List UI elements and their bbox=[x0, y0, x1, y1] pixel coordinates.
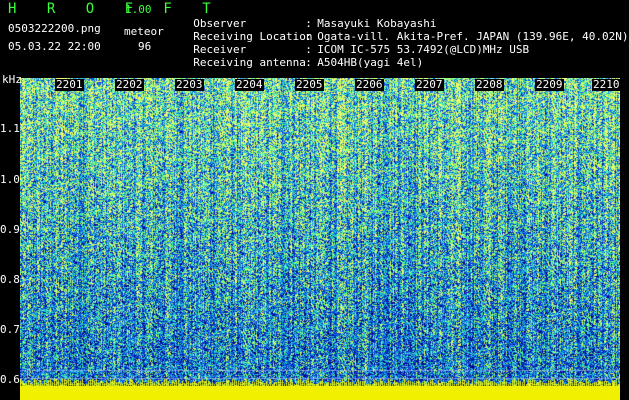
info-separator: : bbox=[305, 56, 312, 69]
filename-label: 0503222200.png bbox=[8, 22, 101, 35]
spectrogram-image bbox=[20, 78, 620, 386]
count-label: 96 bbox=[138, 40, 152, 53]
x-tick-label: 2205 bbox=[295, 78, 324, 91]
x-tick-label: 2210 bbox=[592, 78, 621, 91]
x-tick-label: 2207 bbox=[415, 78, 444, 91]
y-tick-label: 1.0 bbox=[0, 173, 20, 186]
y-axis-unit: kHz bbox=[2, 73, 22, 86]
version-label: 1.00 bbox=[125, 3, 152, 16]
x-tick-label: 2203 bbox=[175, 78, 204, 91]
info-key: Receiving antenna bbox=[193, 56, 306, 69]
mode-label: meteor bbox=[124, 25, 164, 38]
x-tick-label: 2208 bbox=[475, 78, 504, 91]
y-tick-label: 0.9 bbox=[0, 223, 20, 236]
x-tick-label: 2201 bbox=[55, 78, 84, 91]
x-tick-label: 2202 bbox=[115, 78, 144, 91]
y-tick-label: 0.7 bbox=[0, 323, 20, 336]
x-tick-label: 2204 bbox=[235, 78, 264, 91]
x-tick-label: 2206 bbox=[355, 78, 384, 91]
y-tick-label: 0.8 bbox=[0, 273, 20, 286]
y-tick-label: 1.1 bbox=[0, 122, 20, 135]
info-value: A504HB(yagi 4el) bbox=[317, 56, 424, 69]
datetime-label: 05.03.22 22:00 bbox=[8, 40, 101, 53]
x-tick-label: 2209 bbox=[535, 78, 564, 91]
signal-strength-bar bbox=[20, 386, 620, 400]
info-row-antenna: Receiving antenna: A504HB(yagi 4el) bbox=[180, 43, 423, 69]
y-tick-label: 0.6 bbox=[0, 373, 20, 386]
